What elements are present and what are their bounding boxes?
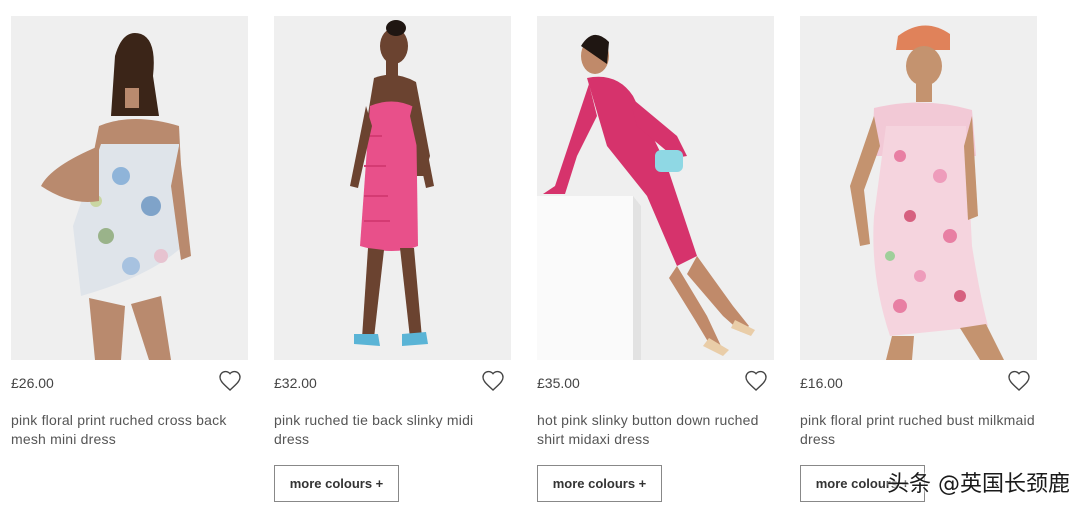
product-grid: £26.00 pink floral print ruched cross ba… <box>11 16 1037 510</box>
heart-outline-icon[interactable] <box>744 369 768 393</box>
product-image[interactable] <box>800 16 1037 360</box>
product-title[interactable]: pink ruched tie back slinky midi dress <box>274 411 511 449</box>
product-title[interactable]: pink floral print ruched bust milkmaid d… <box>800 411 1037 449</box>
product-price: £35.00 <box>537 375 580 391</box>
product-price: £26.00 <box>11 375 54 391</box>
more-colours-button[interactable]: more colours + <box>537 465 662 502</box>
more-colours-button[interactable]: more colours + <box>274 465 399 502</box>
model-illustration <box>800 16 1037 360</box>
product-card: £16.00 pink floral print ruched bust mil… <box>800 16 1037 510</box>
product-card: £32.00 pink ruched tie back slinky midi … <box>274 16 511 510</box>
product-image[interactable] <box>274 16 511 360</box>
product-title[interactable]: hot pink slinky button down ruched shirt… <box>537 411 774 449</box>
product-price: £16.00 <box>800 375 843 391</box>
product-image[interactable] <box>537 16 774 360</box>
model-illustration <box>11 16 248 360</box>
product-title[interactable]: pink floral print ruched cross back mesh… <box>11 411 248 449</box>
product-card: £35.00 hot pink slinky button down ruche… <box>537 16 774 510</box>
price-row: £35.00 <box>537 369 774 395</box>
price-row: £32.00 <box>274 369 511 395</box>
price-row: £26.00 <box>11 369 248 395</box>
model-illustration <box>537 16 774 360</box>
product-price: £32.00 <box>274 375 317 391</box>
heart-outline-icon[interactable] <box>218 369 242 393</box>
heart-outline-icon[interactable] <box>1007 369 1031 393</box>
price-row: £16.00 <box>800 369 1037 395</box>
heart-outline-icon[interactable] <box>481 369 505 393</box>
product-image[interactable] <box>11 16 248 360</box>
model-illustration <box>274 16 511 360</box>
product-card: £26.00 pink floral print ruched cross ba… <box>11 16 248 510</box>
watermark: 头条 @英国长颈鹿 <box>887 472 1070 497</box>
